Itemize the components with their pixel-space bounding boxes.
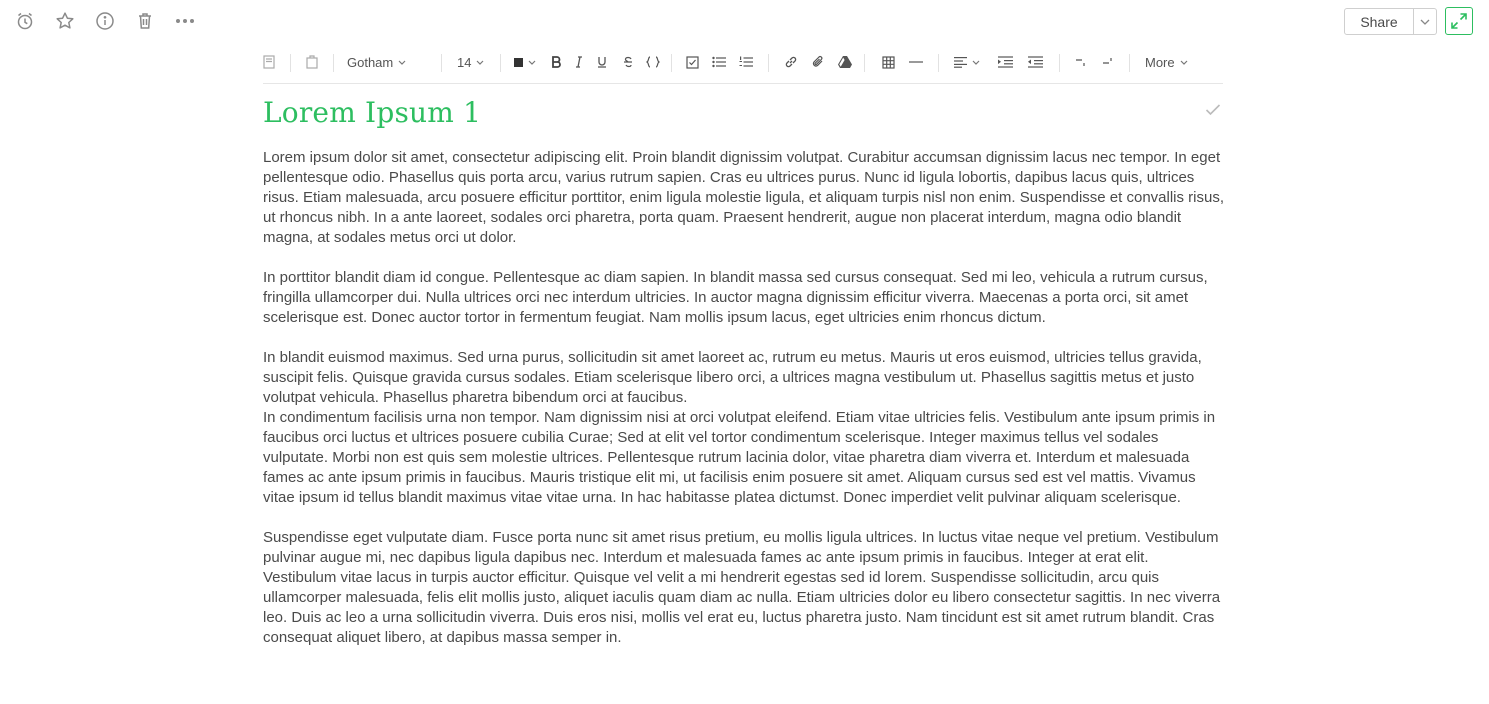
chevron-down-icon: [1420, 19, 1430, 25]
note-clip-icon[interactable]: [306, 48, 318, 76]
italic-icon: [576, 56, 582, 68]
note-paragraph: In condimentum facilisis urna non tempor…: [263, 409, 1216, 506]
horizontal-rule-icon: [909, 61, 923, 63]
drive-button[interactable]: [838, 48, 852, 76]
toolbar-divider: [441, 54, 442, 72]
reminder-icon[interactable]: [14, 10, 36, 32]
more-icon[interactable]: [174, 10, 196, 32]
underline-button[interactable]: [597, 48, 607, 76]
star-icon[interactable]: [54, 10, 76, 32]
link-icon: [785, 56, 797, 68]
chevron-down-icon: [398, 60, 406, 65]
bold-button[interactable]: [551, 48, 561, 76]
share-group: Share: [1344, 8, 1437, 35]
chevron-down-icon: [528, 60, 536, 65]
toolbar-divider: [938, 54, 939, 72]
trash-icon[interactable]: [134, 10, 156, 32]
numbered-list-button[interactable]: [739, 48, 753, 76]
bold-icon: [552, 56, 561, 68]
checkbox-icon: [686, 55, 699, 69]
toolbar-divider: [290, 54, 291, 72]
toolbar-divider: [864, 54, 865, 72]
bulleted-list-button[interactable]: [712, 48, 726, 76]
color-swatch-icon: [514, 57, 523, 67]
info-icon[interactable]: [94, 10, 116, 32]
indent-icon: [998, 56, 1013, 68]
alignment-dropdown[interactable]: [954, 48, 980, 76]
horizontal-rule-button[interactable]: [909, 48, 923, 76]
note-paragraph: Lorem ipsum dolor sit amet, consectetur …: [263, 149, 1225, 246]
strikethrough-button[interactable]: [623, 48, 633, 76]
note-paragraph: Suspendisse eget vulputate diam. Fusce p…: [263, 529, 1221, 646]
font-size-dropdown[interactable]: 14: [457, 48, 484, 76]
table-icon: [882, 55, 895, 69]
indent-button[interactable]: [998, 48, 1013, 76]
link-button[interactable]: [784, 48, 798, 76]
note-template-icon[interactable]: [263, 48, 275, 76]
chevron-down-icon: [477, 60, 484, 65]
note-body[interactable]: Lorem ipsum dolor sit amet, consectetur …: [263, 148, 1225, 668]
attachment-button[interactable]: [811, 48, 825, 76]
italic-button[interactable]: [575, 48, 583, 76]
font-size-value: 14: [457, 54, 472, 70]
share-button[interactable]: Share: [1344, 8, 1414, 35]
more-formatting-dropdown[interactable]: More: [1145, 48, 1188, 76]
note-title[interactable]: Lorem Ipsum 1: [263, 96, 481, 129]
numbered-list-icon: [739, 56, 753, 67]
subscript-icon: [1076, 59, 1085, 66]
checkmark-icon: [1205, 104, 1221, 116]
code-braces-icon: [646, 56, 660, 68]
expand-button[interactable]: [1445, 7, 1473, 35]
share-options-button[interactable]: [1414, 8, 1437, 35]
text-color-dropdown[interactable]: [514, 48, 536, 76]
note-paragraph: In blandit euismod maximus. Sed urna pur…: [263, 349, 1202, 406]
superscript-button[interactable]: [1102, 48, 1114, 76]
formatting-toolbar: Gotham 14 More: [263, 48, 1223, 84]
toolbar-divider: [768, 54, 769, 72]
google-drive-icon: [838, 56, 852, 68]
note-top-bar: Share: [0, 0, 1489, 44]
font-family-dropdown[interactable]: Gotham: [347, 48, 406, 76]
toolbar-divider: [1059, 54, 1060, 72]
underline-icon: [598, 57, 606, 68]
strikethrough-icon: [624, 56, 632, 68]
more-label: More: [1145, 54, 1175, 70]
toolbar-divider: [333, 54, 334, 72]
code-block-button[interactable]: [646, 48, 660, 76]
chevron-down-icon: [1180, 60, 1188, 65]
checkbox-button[interactable]: [686, 48, 699, 76]
table-button[interactable]: [882, 48, 895, 76]
paperclip-icon: [812, 55, 823, 67]
toolbar-divider: [671, 54, 672, 72]
bulleted-list-icon: [712, 56, 726, 68]
superscript-icon: [1103, 58, 1112, 64]
subscript-button[interactable]: [1075, 48, 1087, 76]
note-paragraph: In porttitor blandit diam id congue. Pel…: [263, 269, 1208, 326]
chevron-down-icon: [972, 60, 980, 65]
toolbar-divider: [500, 54, 501, 72]
toolbar-divider: [1129, 54, 1130, 72]
outdent-icon: [1028, 56, 1043, 68]
expand-icon: [1451, 13, 1467, 29]
align-left-icon: [954, 57, 967, 68]
font-family-value: Gotham: [347, 54, 394, 70]
outdent-button[interactable]: [1028, 48, 1043, 76]
